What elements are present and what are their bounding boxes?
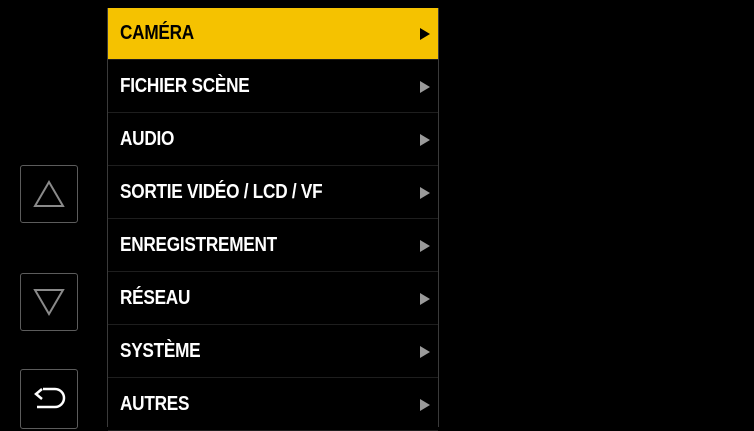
menu-item-network[interactable]: RÉSEAU <box>108 273 438 325</box>
menu-item-label: AUDIO <box>120 128 175 150</box>
menu-item-camera[interactable]: CAMÉRA <box>108 8 438 60</box>
chevron-right-icon <box>420 27 430 40</box>
menu-item-scene-file[interactable]: FICHIER SCÈNE <box>108 61 438 113</box>
menu-item-label: FICHIER SCÈNE <box>120 75 250 97</box>
return-arrow-icon <box>34 387 66 409</box>
scroll-up-button[interactable] <box>20 165 78 223</box>
chevron-right-icon <box>420 398 430 411</box>
menu-item-video-out[interactable]: SORTIE VIDÉO / LCD / VF <box>108 167 438 219</box>
menu-screen: CAMÉRA FICHIER SCÈNE AUDIO SORTIE VIDÉO … <box>0 0 754 431</box>
triangle-up-icon <box>33 180 65 207</box>
chevron-right-icon <box>420 292 430 305</box>
scroll-down-button[interactable] <box>20 273 78 331</box>
chevron-right-icon <box>420 239 430 252</box>
menu-item-label: SYSTÈME <box>120 340 201 362</box>
chevron-right-icon <box>420 186 430 199</box>
triangle-down-icon <box>33 289 65 316</box>
menu-item-system[interactable]: SYSTÈME <box>108 326 438 378</box>
menu-item-label: ENREGISTREMENT <box>120 234 277 256</box>
chevron-right-icon <box>420 345 430 358</box>
menu-item-label: AUTRES <box>120 393 190 415</box>
menu-item-others[interactable]: AUTRES <box>108 379 438 431</box>
menu-item-audio[interactable]: AUDIO <box>108 114 438 166</box>
chevron-right-icon <box>420 133 430 146</box>
main-menu: CAMÉRA FICHIER SCÈNE AUDIO SORTIE VIDÉO … <box>107 8 439 431</box>
menu-item-recording[interactable]: ENREGISTREMENT <box>108 220 438 272</box>
back-button[interactable] <box>20 369 78 429</box>
submenu-pane <box>440 8 754 427</box>
menu-item-label: CAMÉRA <box>120 22 194 44</box>
chevron-right-icon <box>420 80 430 93</box>
menu-item-label: SORTIE VIDÉO / LCD / VF <box>120 181 323 203</box>
menu-item-label: RÉSEAU <box>120 287 191 309</box>
